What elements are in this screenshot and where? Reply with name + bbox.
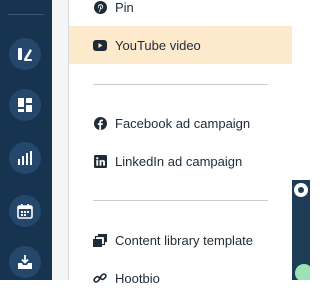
create-dropdown-menu: Pin YouTube video Facebook ad campaign L… bbox=[68, 0, 293, 286]
menu-item-youtube-video[interactable]: YouTube video bbox=[69, 26, 292, 64]
menu-item-label: Pin bbox=[115, 0, 134, 15]
linkedin-icon bbox=[93, 154, 107, 168]
menu-item-facebook-ad-campaign[interactable]: Facebook ad campaign bbox=[69, 104, 292, 142]
sidebar-analytics-button[interactable] bbox=[9, 142, 41, 174]
menu-item-label: LinkedIn ad campaign bbox=[115, 153, 243, 169]
owl-illustration bbox=[292, 176, 310, 280]
calendar-icon bbox=[17, 203, 33, 219]
sidebar-inbox-button[interactable] bbox=[9, 246, 41, 278]
sidebar-gutter bbox=[52, 0, 68, 280]
inbox-icon bbox=[17, 254, 33, 270]
menu-item-hootbio[interactable]: Hootbio bbox=[69, 259, 292, 297]
content-library-icon bbox=[93, 233, 107, 247]
link-icon bbox=[93, 271, 107, 285]
dashboard-icon bbox=[17, 97, 33, 113]
sidebar-dashboard-button[interactable] bbox=[9, 89, 41, 121]
left-nav-sidebar bbox=[0, 0, 52, 280]
sidebar-create-post-button[interactable] bbox=[9, 38, 41, 70]
menu-item-label: Content library template bbox=[115, 232, 254, 248]
analytics-icon bbox=[17, 150, 33, 166]
background-content-panel bbox=[292, 0, 310, 280]
menu-item-linkedin-ad-campaign[interactable]: LinkedIn ad campaign bbox=[69, 142, 292, 180]
sidebar-divider bbox=[8, 14, 44, 15]
menu-divider bbox=[93, 84, 268, 85]
create-post-icon bbox=[17, 46, 33, 62]
youtube-icon bbox=[93, 38, 107, 52]
menu-item-pin[interactable]: Pin bbox=[69, 0, 292, 26]
pinterest-icon bbox=[93, 0, 107, 14]
facebook-icon bbox=[93, 116, 107, 130]
menu-item-label: YouTube video bbox=[115, 37, 201, 53]
menu-item-content-library-template[interactable]: Content library template bbox=[69, 221, 292, 259]
menu-divider bbox=[93, 200, 268, 201]
menu-item-label: Facebook ad campaign bbox=[115, 115, 251, 131]
menu-item-label: Hootbio bbox=[115, 270, 160, 286]
sidebar-calendar-button[interactable] bbox=[9, 195, 41, 227]
